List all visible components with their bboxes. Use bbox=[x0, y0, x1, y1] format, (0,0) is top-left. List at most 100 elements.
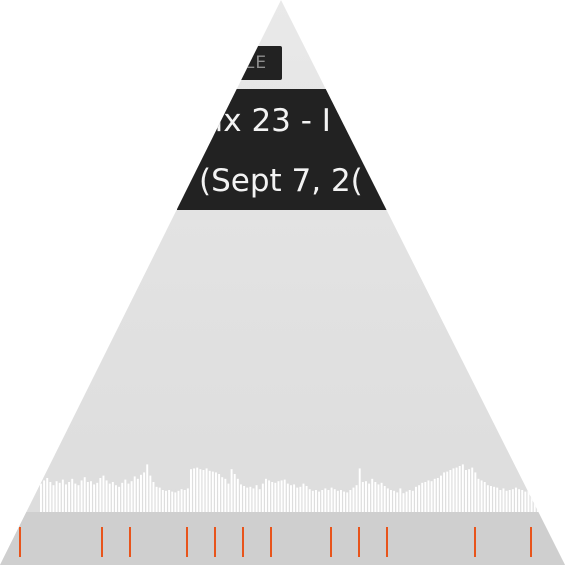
timeline-marker[interactable] bbox=[100, 527, 103, 557]
waveform-bar bbox=[533, 490, 536, 514]
waveform-bar bbox=[486, 485, 489, 514]
waveform-bar bbox=[286, 483, 289, 514]
waveform-bar bbox=[146, 464, 149, 514]
waveform-bar bbox=[333, 489, 336, 514]
waveform-bar bbox=[330, 487, 333, 514]
waveform-bar bbox=[477, 478, 480, 514]
waveform-bar bbox=[468, 469, 471, 514]
timeline-marker[interactable] bbox=[241, 527, 244, 557]
timeline-marker[interactable] bbox=[473, 527, 476, 557]
waveform-bar bbox=[408, 490, 411, 514]
waveform-bar bbox=[255, 485, 258, 514]
waveform-bar bbox=[374, 482, 377, 514]
timeline-marker[interactable] bbox=[270, 527, 273, 557]
waveform-bar bbox=[496, 487, 499, 514]
waveform-bar bbox=[58, 482, 61, 514]
waveform-bar bbox=[399, 488, 402, 514]
waveform-bar bbox=[215, 472, 217, 514]
audio-waveform bbox=[40, 464, 539, 514]
waveform-bar bbox=[152, 482, 155, 514]
waveform-bar bbox=[108, 483, 111, 514]
waveform-bar bbox=[271, 482, 274, 514]
waveform-bar bbox=[252, 488, 255, 514]
waveform-bar bbox=[293, 484, 296, 514]
waveform-bar bbox=[115, 485, 117, 514]
waveform-bar bbox=[311, 490, 314, 514]
waveform-bar bbox=[74, 483, 77, 514]
waveform-bar bbox=[136, 478, 139, 514]
waveform-bar bbox=[415, 486, 417, 514]
waveform-bar bbox=[465, 470, 467, 514]
timeline-marker[interactable] bbox=[530, 527, 533, 557]
waveform-bar bbox=[455, 467, 458, 514]
timeline-marker[interactable] bbox=[213, 527, 216, 557]
waveform-bar bbox=[336, 490, 339, 514]
waveform-bar bbox=[230, 469, 233, 514]
waveform-bar bbox=[405, 491, 408, 514]
waveform-bar bbox=[193, 468, 196, 514]
waveform-bar bbox=[171, 491, 174, 514]
waveform-bar bbox=[443, 472, 446, 514]
waveform-bar bbox=[524, 491, 527, 514]
waveform-bar bbox=[133, 476, 136, 514]
waveform-bar bbox=[258, 489, 261, 514]
waveform-bar bbox=[49, 482, 52, 514]
timeline-marker[interactable] bbox=[386, 527, 388, 557]
waveform-bar bbox=[299, 486, 302, 514]
waveform-bar bbox=[277, 481, 280, 514]
waveform-bar bbox=[46, 478, 49, 514]
waveform-bar bbox=[490, 486, 492, 514]
waveform-bar bbox=[327, 490, 330, 514]
waveform-bar bbox=[474, 472, 477, 514]
waveform-bar bbox=[236, 478, 239, 514]
waveform-bar bbox=[93, 484, 96, 514]
waveform-bar bbox=[61, 479, 64, 514]
waveform-bar bbox=[83, 477, 86, 514]
waveform-bar bbox=[296, 487, 299, 514]
waveform-bar bbox=[205, 468, 208, 514]
waveform-bar bbox=[165, 490, 167, 514]
waveform-bar bbox=[149, 475, 152, 514]
waveform-bar bbox=[499, 490, 502, 514]
waveform-bar bbox=[261, 483, 264, 514]
waveform-bar bbox=[186, 488, 189, 514]
waveform-bar bbox=[440, 475, 442, 514]
waveform-bar bbox=[71, 478, 74, 514]
video-player-frame: LE nix 23 - I (Sept 7, 2( bbox=[0, 0, 565, 565]
timeline-marker[interactable] bbox=[18, 527, 21, 557]
waveform-bar bbox=[452, 468, 455, 514]
waveform-bar bbox=[290, 485, 292, 514]
waveform-bar bbox=[508, 490, 511, 514]
timeline-marker[interactable] bbox=[329, 527, 332, 557]
waveform-bar bbox=[158, 487, 161, 514]
waveform-bar bbox=[324, 488, 327, 514]
waveform-bar bbox=[424, 482, 427, 514]
waveform-bar bbox=[102, 475, 105, 514]
waveform-bar bbox=[315, 490, 317, 514]
waveform-bar bbox=[380, 482, 383, 514]
waveform-bar bbox=[77, 485, 80, 514]
waveform-bar bbox=[349, 490, 352, 514]
waveform-bar bbox=[80, 480, 83, 514]
waveform-bar bbox=[346, 492, 349, 514]
waveform-bar bbox=[343, 491, 346, 514]
category-badge: LE bbox=[230, 46, 282, 80]
title-banner-line-2: (Sept 7, 2( bbox=[177, 151, 391, 210]
timeline-marker[interactable] bbox=[185, 527, 188, 557]
waveform-bar bbox=[221, 477, 224, 514]
waveform-bar bbox=[302, 483, 305, 514]
waveform-bar bbox=[183, 490, 186, 514]
waveform-bar bbox=[305, 486, 308, 514]
timeline-marker[interactable] bbox=[357, 527, 360, 557]
waveform-bar bbox=[196, 467, 199, 514]
waveform-bar bbox=[174, 492, 177, 514]
waveform-bar bbox=[458, 466, 461, 514]
timeline-track[interactable] bbox=[0, 512, 565, 565]
waveform-bar bbox=[511, 489, 514, 514]
waveform-bar bbox=[105, 480, 108, 514]
waveform-bar bbox=[65, 484, 67, 514]
timeline-marker[interactable] bbox=[129, 527, 131, 557]
waveform-bar bbox=[358, 468, 361, 514]
waveform-bar bbox=[527, 488, 530, 514]
waveform-bar bbox=[446, 471, 449, 514]
